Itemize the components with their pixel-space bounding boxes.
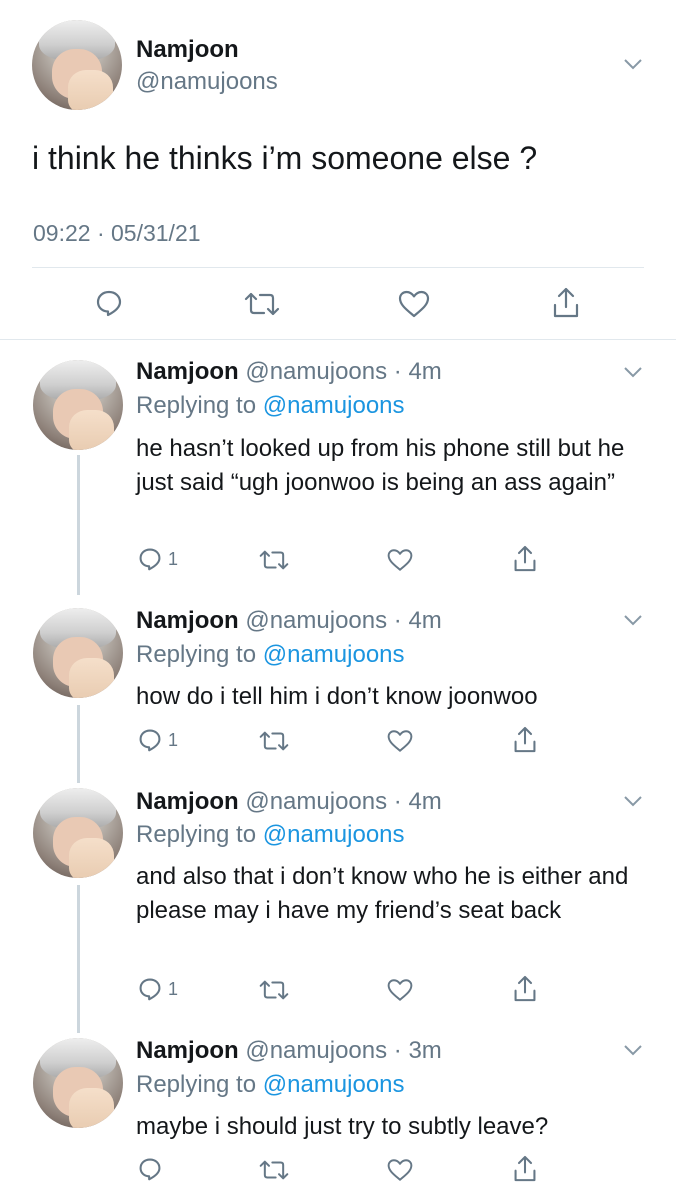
reply-count: 1 xyxy=(168,979,179,999)
replying-to: Replying to @namujoons xyxy=(136,641,405,669)
thread-line xyxy=(77,885,80,1033)
mention-link[interactable]: @namujoons xyxy=(263,1071,405,1098)
like-icon[interactable] xyxy=(387,978,413,1002)
avatar[interactable] xyxy=(33,788,123,878)
reply-text: maybe i should just try to subtly leave? xyxy=(136,1113,549,1140)
chevron-down-icon[interactable] xyxy=(624,58,642,70)
reply-header[interactable]: Namjoon @namujoons · 4m xyxy=(136,788,442,816)
thread-line xyxy=(77,455,80,595)
retweet-icon[interactable] xyxy=(259,978,289,1002)
handle-and-time: @namujoons · 4m xyxy=(245,788,442,815)
divider xyxy=(0,339,676,340)
like-icon[interactable] xyxy=(398,290,430,318)
retweet-icon[interactable] xyxy=(244,290,280,318)
replying-to: Replying to @namujoons xyxy=(136,1071,405,1099)
avatar[interactable] xyxy=(33,1038,123,1128)
reply-text: how do i tell him i don’t know joonwoo xyxy=(136,683,538,710)
reply-header[interactable]: Namjoon @namujoons · 4m xyxy=(136,607,442,635)
share-icon[interactable] xyxy=(513,545,537,573)
replying-to: Replying to @namujoons xyxy=(136,392,405,420)
author-name[interactable]: Namjoon xyxy=(136,788,239,815)
reply-count: 1 xyxy=(168,549,179,569)
like-icon[interactable] xyxy=(387,548,413,572)
reply-text: he hasn’t looked up from his phone still… xyxy=(136,435,625,496)
avatar[interactable] xyxy=(33,360,123,450)
handle-and-time: @namujoons · 4m xyxy=(245,358,442,385)
reply-icon[interactable] xyxy=(95,289,123,317)
mention-link[interactable]: @namujoons xyxy=(263,821,405,848)
chevron-down-icon[interactable] xyxy=(624,614,642,626)
chevron-down-icon[interactable] xyxy=(624,1044,642,1056)
like-icon[interactable] xyxy=(387,729,413,753)
replying-prefix: Replying to xyxy=(136,1071,257,1098)
author-name[interactable]: Namjoon xyxy=(136,36,239,64)
share-icon[interactable] xyxy=(513,726,537,754)
author-name[interactable]: Namjoon xyxy=(136,607,239,634)
mention-link[interactable]: @namujoons xyxy=(263,392,405,419)
retweet-icon[interactable] xyxy=(259,729,289,753)
replying-prefix: Replying to xyxy=(136,821,257,848)
chevron-down-icon[interactable] xyxy=(624,366,642,378)
retweet-icon[interactable] xyxy=(259,548,289,572)
replying-prefix: Replying to xyxy=(136,641,257,668)
reply-icon[interactable] xyxy=(138,1157,162,1181)
reply-text: and also that i don’t know who he is eit… xyxy=(136,863,629,924)
author-name[interactable]: Namjoon xyxy=(136,1037,239,1064)
retweet-icon[interactable] xyxy=(259,1158,289,1182)
replying-to: Replying to @namujoons xyxy=(136,821,405,849)
handle-and-time: @namujoons · 4m xyxy=(245,607,442,634)
tweet-timestamp[interactable]: 09:22 · 05/31/21 xyxy=(33,220,201,247)
share-icon[interactable] xyxy=(513,1155,537,1183)
handle-and-time: @namujoons · 3m xyxy=(245,1037,442,1064)
reply-header[interactable]: Namjoon @namujoons · 3m xyxy=(136,1037,442,1065)
share-icon[interactable] xyxy=(552,287,580,319)
avatar[interactable] xyxy=(32,20,122,110)
chevron-down-icon[interactable] xyxy=(624,795,642,807)
avatar[interactable] xyxy=(33,608,123,698)
reply-icon[interactable] xyxy=(138,547,162,571)
reply-count: 1 xyxy=(168,730,179,750)
replying-prefix: Replying to xyxy=(136,392,257,419)
like-icon[interactable] xyxy=(387,1158,413,1182)
mention-link[interactable]: @namujoons xyxy=(263,641,405,668)
tweet-text: i think he thinks i’m someone else ? xyxy=(32,140,538,176)
share-icon[interactable] xyxy=(513,975,537,1003)
divider xyxy=(32,267,644,268)
author-handle[interactable]: @namujoons xyxy=(136,68,278,96)
thread-line xyxy=(77,705,80,783)
reply-header[interactable]: Namjoon @namujoons · 4m xyxy=(136,358,442,386)
author-name[interactable]: Namjoon xyxy=(136,358,239,385)
reply-icon[interactable] xyxy=(138,728,162,752)
reply-icon[interactable] xyxy=(138,977,162,1001)
